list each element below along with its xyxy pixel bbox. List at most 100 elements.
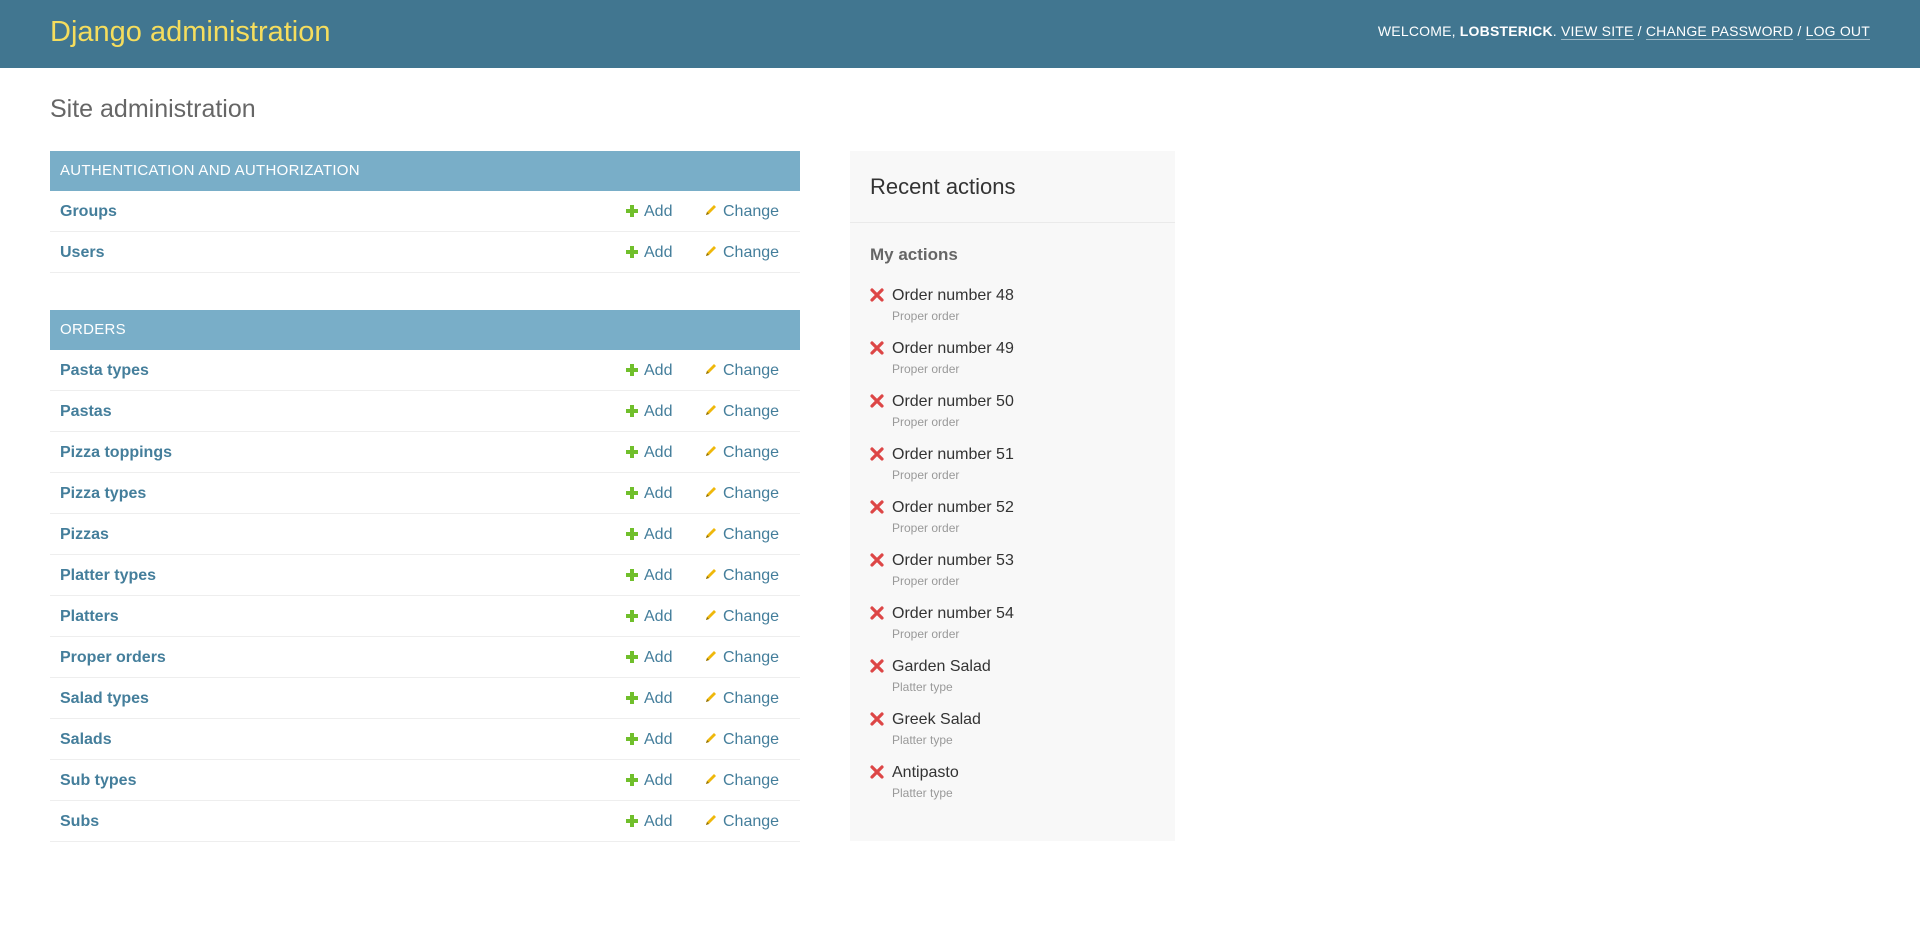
model-name-link[interactable]: Salads [60,719,112,760]
module-caption[interactable]: AUTHENTICATION AND AUTHORIZATION [50,151,800,191]
plus-icon [626,446,638,458]
plus-icon [626,610,638,622]
add-link[interactable]: Add [626,350,672,391]
model-name-link[interactable]: Pizza types [60,473,146,514]
model-name-link[interactable]: Pastas [60,391,112,432]
change-link[interactable]: Change [704,678,779,719]
model-name-link[interactable]: Platter types [60,555,156,596]
model-name-link[interactable]: Pizza toppings [60,432,172,473]
delete-icon [870,394,884,408]
add-link[interactable]: Add [626,514,672,555]
change-label: Change [723,690,780,707]
action-content-type: Platter type [892,786,953,800]
model-row: Salads Add Change [50,719,800,760]
site-branding[interactable]: Django administration [50,14,330,50]
change-label: Change [723,608,780,625]
pencil-icon [704,233,718,256]
action-content-type: Proper order [892,309,960,323]
action-list: Order number 48 Proper order Order number … [870,287,1160,817]
plus-icon [626,569,638,581]
action-item: Greek Salad Platter type [870,711,1160,764]
model-row: Pizza types Add Change [50,473,800,514]
plus-icon [626,205,638,217]
model-name-link[interactable]: Sub types [60,760,136,801]
change-link[interactable]: Change [704,555,779,596]
action-object-name: Greek Salad [892,711,981,728]
change-label: Change [723,403,780,420]
change-link[interactable]: Change [704,760,779,801]
add-label: Add [644,403,673,420]
action-object-name: Order number 54 [892,605,1014,622]
add-link[interactable]: Add [626,232,672,273]
model-row: Proper orders Add Change [50,637,800,678]
delete-icon [870,606,884,620]
change-link[interactable]: Change [704,473,779,514]
add-label: Add [644,485,673,502]
model-name-link[interactable]: Salad types [60,678,149,719]
view-site-link[interactable]: VIEW SITE [1560,23,1634,40]
add-link[interactable]: Add [626,637,672,678]
model-name-link[interactable]: Users [60,232,104,273]
delete-icon [870,447,884,461]
action-content-type: Proper order [892,415,960,429]
action-object-name: Order number 48 [892,287,1014,304]
action-item: Order number 51 Proper order [870,446,1160,499]
change-link[interactable]: Change [704,391,779,432]
add-label: Add [644,690,673,707]
action-object-name: Order number 51 [892,446,1014,463]
change-link[interactable]: Change [704,191,779,232]
change-link[interactable]: Change [704,350,779,391]
change-label: Change [723,731,780,748]
action-content-type: Proper order [892,574,960,588]
pencil-icon [704,351,718,374]
change-label: Change [723,362,780,379]
model-name-link[interactable]: Proper orders [60,637,166,678]
add-link[interactable]: Add [626,432,672,473]
delete-icon [870,500,884,514]
add-link[interactable]: Add [626,191,672,232]
add-link[interactable]: Add [626,555,672,596]
model-row: Users Add Change [50,232,800,273]
plus-icon [626,692,638,704]
model-name-link[interactable]: Groups [60,191,117,232]
recent-actions-panel: Recent actions My actions Order number 4… [850,151,1175,841]
model-name-link[interactable]: Pizzas [60,514,109,555]
add-link[interactable]: Add [626,801,672,842]
add-link[interactable]: Add [626,391,672,432]
add-link[interactable]: Add [626,678,672,719]
action-object-name: Order number 50 [892,393,1014,410]
log-out-link[interactable]: LOG OUT [1805,23,1870,40]
pencil-icon [704,556,718,579]
model-row: Salad types Add Change [50,678,800,719]
add-link[interactable]: Add [626,760,672,801]
change-link[interactable]: Change [704,719,779,760]
add-label: Add [644,731,673,748]
action-content-type: Proper order [892,468,960,482]
add-link[interactable]: Add [626,473,672,514]
model-name-link[interactable]: Subs [60,801,99,842]
change-link[interactable]: Change [704,637,779,678]
change-link[interactable]: Change [704,801,779,842]
action-object-name: Order number 49 [892,340,1014,357]
add-link[interactable]: Add [626,719,672,760]
delete-icon [870,341,884,355]
module-caption[interactable]: ORDERS [50,310,800,350]
model-row: Subs Add Change [50,801,800,842]
add-link[interactable]: Add [626,596,672,637]
username: LOBSTERICK [1459,23,1553,39]
model-name-link[interactable]: Pasta types [60,350,149,391]
change-link[interactable]: Change [704,432,779,473]
change-password-link[interactable]: CHANGE PASSWORD [1645,23,1794,40]
pencil-icon [704,802,718,825]
plus-icon [626,405,638,417]
change-link[interactable]: Change [704,232,779,273]
change-label: Change [723,203,780,220]
model-name-link[interactable]: Platters [60,596,119,637]
action-content-type: Proper order [892,362,960,376]
divider [850,222,1175,223]
plus-icon [626,487,638,499]
change-link[interactable]: Change [704,514,779,555]
plus-icon [626,246,638,258]
add-label: Add [644,203,673,220]
change-link[interactable]: Change [704,596,779,637]
